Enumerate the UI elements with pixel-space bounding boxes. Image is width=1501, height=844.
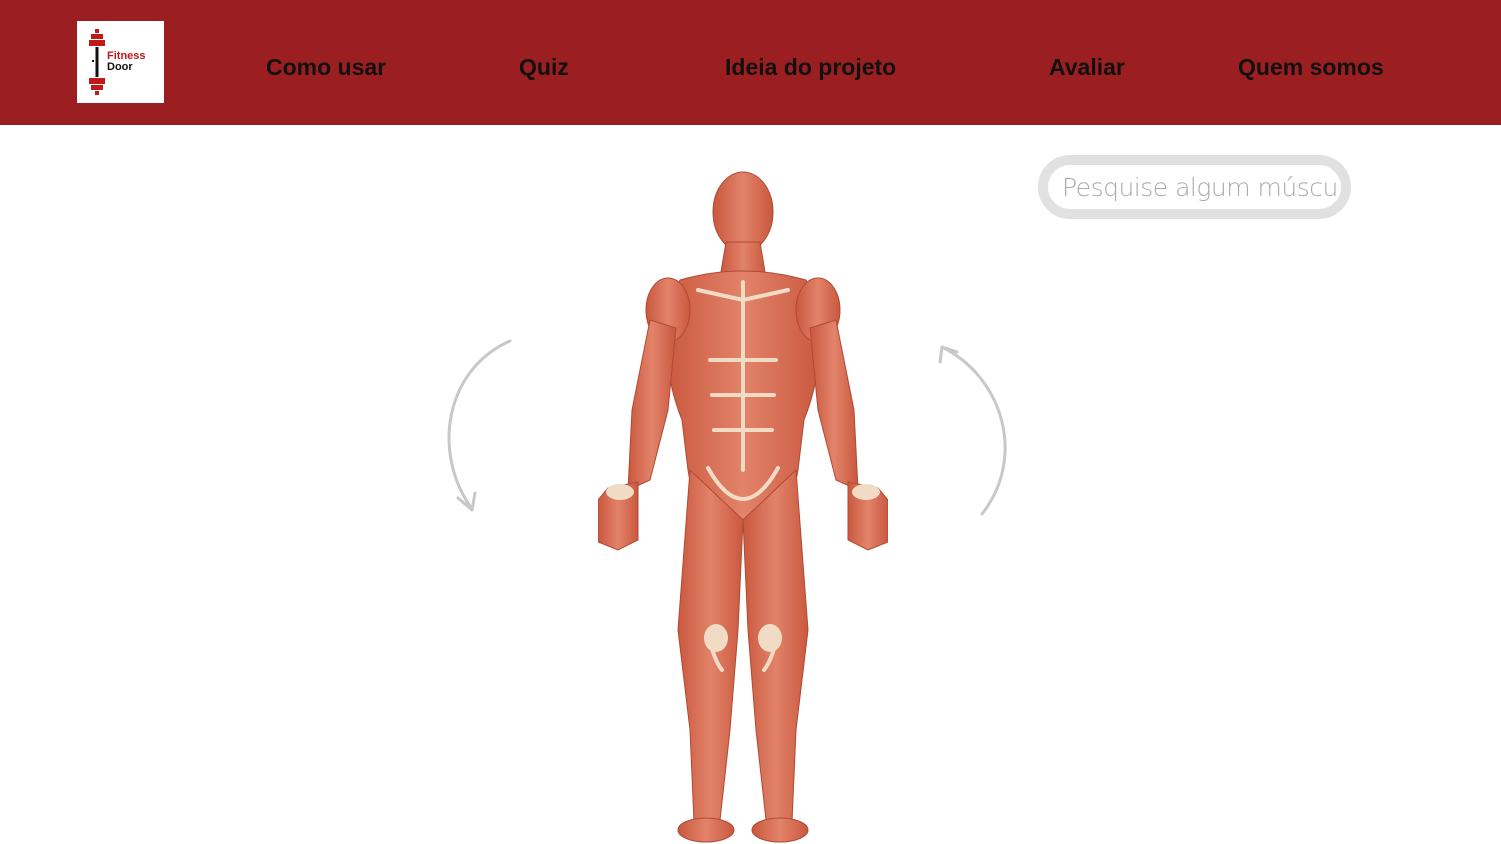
nav-avaliar[interactable]: Avaliar — [1049, 54, 1125, 81]
nav-quiz[interactable]: Quiz — [519, 54, 569, 81]
top-navigation-bar: Fitness Door Como usar Quiz Ideia do pro… — [0, 0, 1501, 125]
human-muscle-anatomy-figure[interactable] — [598, 170, 888, 844]
nav-quem-somos[interactable]: Quem somos — [1238, 54, 1384, 81]
search-box — [1038, 155, 1351, 219]
logo-text-door: Door — [107, 61, 133, 73]
rotate-right-arrow-icon[interactable] — [934, 338, 1018, 524]
nav-ideia-do-projeto[interactable]: Ideia do projeto — [725, 54, 896, 81]
rotate-left-arrow-icon[interactable] — [436, 334, 520, 520]
fitness-door-logo[interactable]: Fitness Door — [77, 21, 164, 103]
nav-como-usar[interactable]: Como usar — [266, 54, 386, 81]
muscle-search-input[interactable] — [1062, 165, 1338, 209]
